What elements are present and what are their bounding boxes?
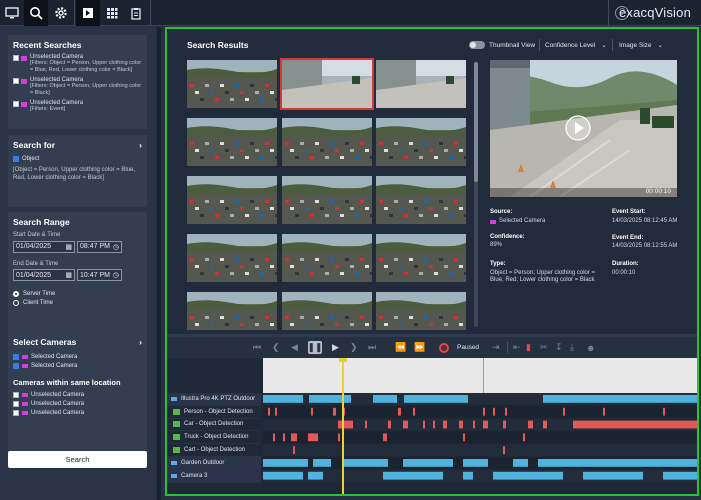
top-toolbar: ? exacqVision xyxy=(0,0,701,26)
camera-icon xyxy=(22,364,28,368)
clipboard-icon[interactable] xyxy=(124,0,148,26)
recent-search-item[interactable]: Unselected Camera [Filters: Event] xyxy=(13,100,142,113)
same-location-title: Cameras within same location xyxy=(13,378,121,387)
recent-search-item[interactable]: Unselected Camera [Filters: Object = Pers… xyxy=(13,54,142,73)
search-range-panel: Search Range Start Date & Time 01/04/202… xyxy=(8,212,147,342)
camera-label: Selected Camera xyxy=(31,354,78,360)
camera-icon xyxy=(21,79,27,84)
monitor-icon[interactable] xyxy=(0,0,24,26)
checkbox-icon[interactable] xyxy=(13,363,19,369)
end-time-input[interactable]: 10:47 PM ◷ xyxy=(77,269,122,281)
search-range-title: Search Range xyxy=(13,217,70,227)
camera-icon xyxy=(22,355,28,359)
camera-icon xyxy=(22,402,28,406)
camera-label: Unselected Camera xyxy=(31,392,85,398)
select-cameras-panel: Select Cameras › Selected Camera Selected… xyxy=(8,332,147,452)
client-time-radio[interactable]: Client Time xyxy=(13,300,142,306)
recent-search-filters: [Filters: Event] xyxy=(30,106,66,112)
camera-icon xyxy=(22,393,28,397)
toolbar-divider xyxy=(150,0,151,26)
camera-icon xyxy=(22,411,28,415)
chevron-right-icon[interactable]: › xyxy=(139,337,142,347)
camera-icon xyxy=(21,102,27,107)
brand-logo: exacqVision xyxy=(618,5,691,20)
radio-icon[interactable] xyxy=(13,291,19,297)
checkbox-icon[interactable] xyxy=(13,78,19,84)
export-icon[interactable] xyxy=(76,0,100,26)
panel-splitter[interactable] xyxy=(157,27,161,500)
unselected-camera-item[interactable]: Unselected Camera xyxy=(13,401,142,407)
clock-icon: ◷ xyxy=(112,272,119,279)
camera-label: Unselected Camera xyxy=(31,410,85,416)
search-icon[interactable] xyxy=(24,0,48,26)
grid-icon[interactable] xyxy=(100,0,124,26)
calendar-icon: ▦ xyxy=(65,243,72,251)
checkbox-icon[interactable] xyxy=(13,55,19,61)
clock-icon: ◷ xyxy=(112,243,119,251)
object-filter-summary: [Object = Person, Upper clothing color =… xyxy=(13,167,136,181)
search-for-title: Search for xyxy=(13,140,56,150)
selected-camera-item[interactable]: Selected Camera xyxy=(13,354,142,360)
checkbox-icon[interactable] xyxy=(13,392,19,398)
checkbox-icon[interactable] xyxy=(13,401,19,407)
select-cameras-title: Select Cameras xyxy=(13,337,77,347)
checkbox-icon[interactable] xyxy=(13,101,19,107)
start-time-input[interactable]: 08:47 PM ◷ xyxy=(77,240,122,253)
recent-search-filters: [Filters: Object = Person, Upper clothin… xyxy=(30,60,142,73)
checkbox-icon[interactable] xyxy=(13,156,19,162)
recent-search-item[interactable]: Unselected Camera [Filters: Object = Pers… xyxy=(13,77,142,96)
recent-searches-title: Recent Searches xyxy=(13,40,82,50)
end-date-input[interactable]: 01/04/2025 ▦ xyxy=(13,269,75,281)
toolbar-divider xyxy=(74,0,75,26)
chevron-right-icon[interactable]: › xyxy=(139,140,142,150)
recent-search-filters: [Filters: Object = Person, Upper clothin… xyxy=(30,83,142,96)
selected-camera-item[interactable]: Selected Camera xyxy=(13,363,142,369)
checkbox-icon[interactable] xyxy=(13,410,19,416)
radio-icon[interactable] xyxy=(13,300,19,306)
object-checkbox-row[interactable]: Object xyxy=(13,156,142,162)
object-label: Object xyxy=(22,156,40,162)
client-time-label: Client Time xyxy=(23,300,54,306)
end-label: End Date & Time xyxy=(13,260,59,267)
unselected-camera-item[interactable]: Unselected Camera xyxy=(13,410,142,416)
camera-icon xyxy=(21,56,27,61)
search-sidebar: Recent Searches Unselected Camera [Filter… xyxy=(0,27,156,500)
search-for-panel[interactable]: Search for › Object [Object = Person, Upp… xyxy=(8,135,147,207)
start-date-input[interactable]: 01/04/2025 ▦ xyxy=(13,240,75,253)
search-button[interactable]: Search xyxy=(8,451,147,468)
camera-label: Selected Camera xyxy=(31,363,78,369)
server-time-radio[interactable]: Server Time xyxy=(13,291,142,297)
recent-searches-panel: Recent Searches Unselected Camera [Filter… xyxy=(8,35,147,129)
start-label: Start Date & Time xyxy=(13,232,61,238)
active-region-outline xyxy=(165,27,699,496)
camera-label: Unselected Camera xyxy=(31,401,85,407)
gear-icon[interactable] xyxy=(49,0,73,26)
checkbox-icon[interactable] xyxy=(13,354,19,360)
calendar-icon: ▦ xyxy=(65,272,72,279)
unselected-camera-item[interactable]: Unselected Camera xyxy=(13,392,142,398)
toolbar-divider xyxy=(608,0,609,26)
server-time-label: Server Time xyxy=(23,291,56,297)
